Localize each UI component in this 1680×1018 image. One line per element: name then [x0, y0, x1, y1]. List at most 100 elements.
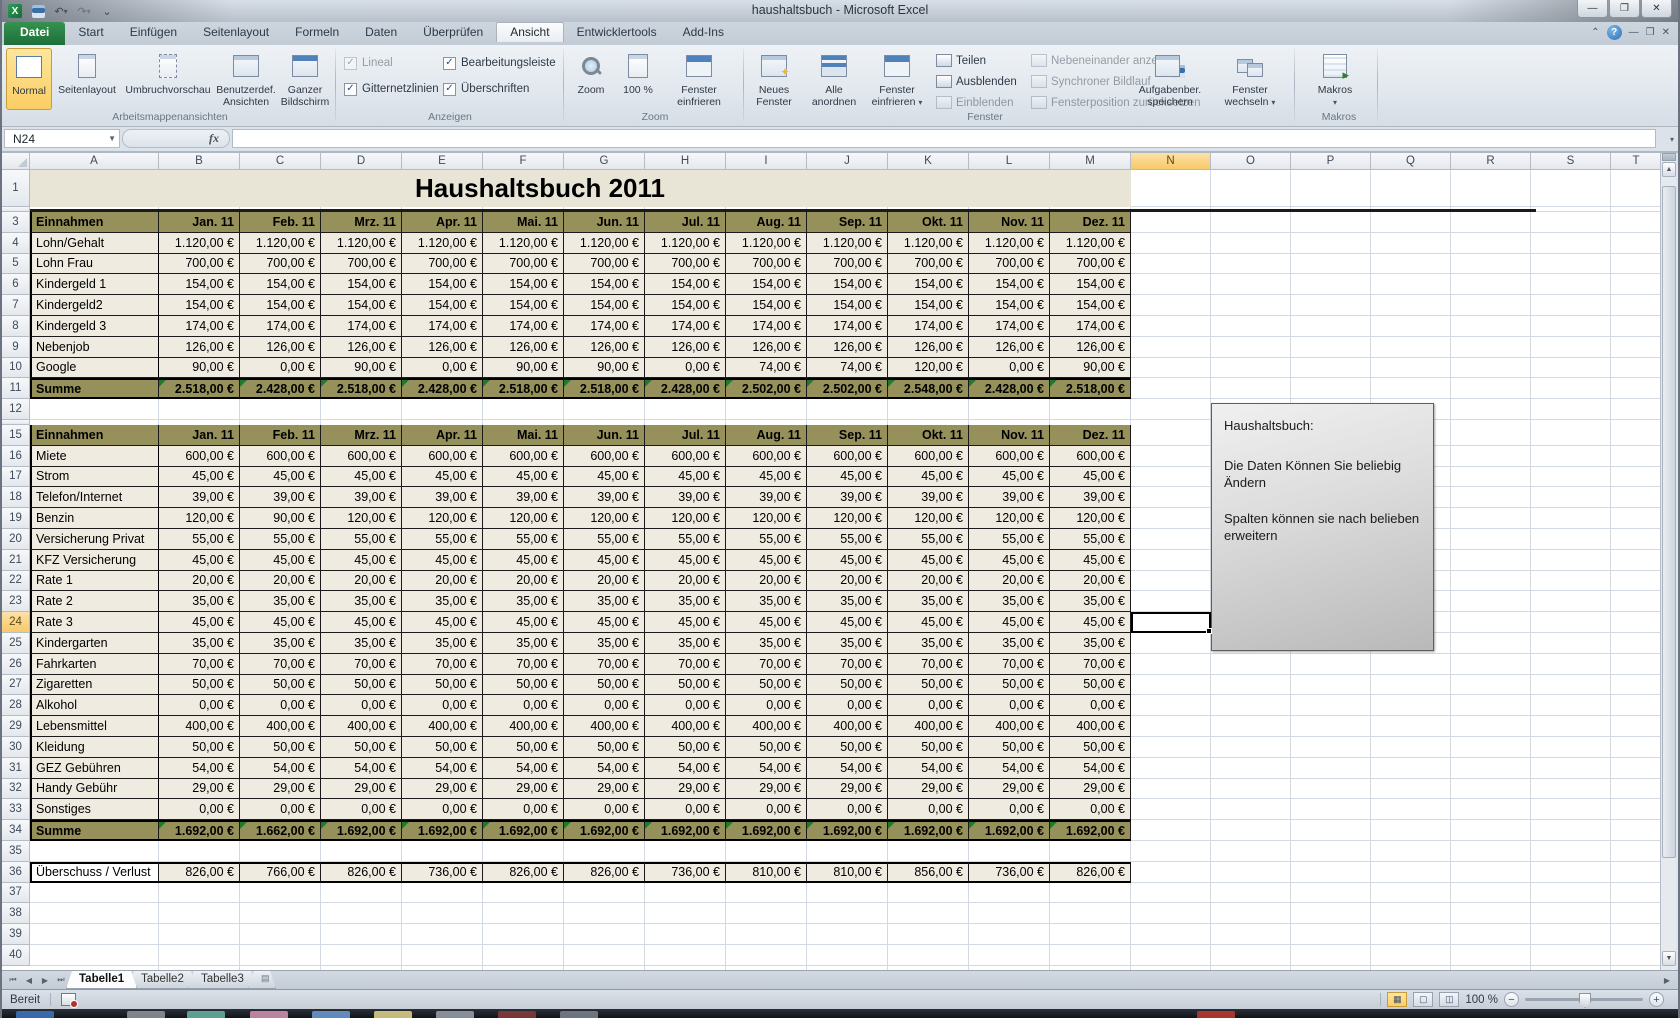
data-cell[interactable]: 55,00 €: [969, 529, 1050, 550]
table-header-month[interactable]: Apr. 11: [402, 212, 483, 233]
data-cell[interactable]: 154,00 €: [240, 274, 321, 295]
data-cell[interactable]: 50,00 €: [159, 737, 240, 758]
data-cell[interactable]: 45,00 €: [159, 550, 240, 571]
data-cell[interactable]: 70,00 €: [645, 654, 726, 675]
data-cell[interactable]: 35,00 €: [402, 633, 483, 654]
data-cell[interactable]: 39,00 €: [402, 487, 483, 508]
data-cell[interactable]: 700,00 €: [402, 254, 483, 275]
row-header-8[interactable]: 8: [2, 316, 30, 337]
data-cell[interactable]: 50,00 €: [402, 675, 483, 696]
scroll-right-icon[interactable]: ▶: [1660, 973, 1674, 987]
data-cell[interactable]: 29,00 €: [645, 779, 726, 800]
custom-views-button[interactable]: Benutzerdef. Ansichten: [216, 48, 276, 110]
data-cell[interactable]: 700,00 €: [159, 254, 240, 275]
table-header-month[interactable]: Nov. 11: [969, 425, 1050, 446]
zoom-100-button[interactable]: 100 %: [616, 48, 660, 110]
row-label[interactable]: Kindergeld2: [30, 295, 159, 316]
sum-cell[interactable]: 1.692,00 €: [483, 820, 564, 841]
data-cell[interactable]: 20,00 €: [321, 571, 402, 592]
data-cell[interactable]: 600,00 €: [726, 446, 807, 467]
table-header-month[interactable]: Sep. 11: [807, 212, 888, 233]
data-cell[interactable]: 0,00 €: [321, 695, 402, 716]
data-cell[interactable]: 400,00 €: [159, 716, 240, 737]
data-cell[interactable]: 154,00 €: [888, 295, 969, 316]
row-header-12[interactable]: 12: [2, 399, 30, 420]
data-cell[interactable]: 1.120,00 €: [483, 233, 564, 254]
data-cell[interactable]: 50,00 €: [321, 737, 402, 758]
data-cell[interactable]: 35,00 €: [564, 591, 645, 612]
ribbon-tab-datei[interactable]: Datei: [4, 22, 65, 45]
data-cell[interactable]: 45,00 €: [888, 612, 969, 633]
data-cell[interactable]: 20,00 €: [888, 571, 969, 592]
data-cell[interactable]: 45,00 €: [240, 612, 321, 633]
data-cell[interactable]: 126,00 €: [402, 337, 483, 358]
data-cell[interactable]: 39,00 €: [969, 487, 1050, 508]
column-header-E[interactable]: E: [402, 153, 483, 170]
ribbon-tab-einfügen[interactable]: Einfügen: [117, 22, 190, 42]
sum-cell[interactable]: 2.518,00 €: [321, 378, 402, 399]
row-label[interactable]: Versicherung Privat: [30, 529, 159, 550]
data-cell[interactable]: 45,00 €: [240, 550, 321, 571]
last-sheet-icon[interactable]: ⏭: [54, 973, 68, 987]
data-cell[interactable]: 70,00 €: [564, 654, 645, 675]
data-cell[interactable]: 39,00 €: [159, 487, 240, 508]
row-header-24[interactable]: 24: [2, 612, 30, 633]
page-break-preview-button[interactable]: Umbruchvorschau: [122, 48, 214, 110]
data-cell[interactable]: 120,00 €: [402, 508, 483, 529]
data-cell[interactable]: 700,00 €: [645, 254, 726, 275]
data-cell[interactable]: 45,00 €: [321, 612, 402, 633]
vertical-split-handle[interactable]: [1662, 153, 1676, 161]
data-cell[interactable]: 120,00 €: [969, 508, 1050, 529]
data-cell[interactable]: 50,00 €: [564, 737, 645, 758]
column-header-D[interactable]: D: [321, 153, 402, 170]
data-cell[interactable]: 39,00 €: [564, 487, 645, 508]
row-label[interactable]: Kindergarten: [30, 633, 159, 654]
data-cell[interactable]: 54,00 €: [807, 758, 888, 779]
save-workspace-button[interactable]: Aufgabenber. speichern: [1130, 48, 1210, 110]
data-cell[interactable]: 45,00 €: [969, 612, 1050, 633]
data-cell[interactable]: 55,00 €: [483, 529, 564, 550]
data-cell[interactable]: 45,00 €: [726, 550, 807, 571]
data-cell[interactable]: 0,00 €: [402, 358, 483, 379]
row-header-23[interactable]: 23: [2, 591, 30, 612]
data-cell[interactable]: 20,00 €: [807, 571, 888, 592]
workbook-minimize-icon[interactable]: —: [1629, 27, 1639, 38]
data-cell[interactable]: 70,00 €: [159, 654, 240, 675]
table-header-month[interactable]: Jun. 11: [564, 425, 645, 446]
data-cell[interactable]: 70,00 €: [240, 654, 321, 675]
collapse-ribbon-icon[interactable]: ⌃: [1591, 27, 1599, 38]
data-cell[interactable]: 54,00 €: [969, 758, 1050, 779]
vertical-scroll-thumb[interactable]: [1662, 186, 1676, 858]
row-header-hidden-13-14[interactable]: [2, 420, 30, 425]
column-header-O[interactable]: O: [1211, 153, 1291, 170]
data-cell[interactable]: 55,00 €: [564, 529, 645, 550]
arrange-all-button[interactable]: Alle anordnen: [804, 48, 864, 110]
data-cell[interactable]: 120,00 €: [483, 508, 564, 529]
data-cell[interactable]: 120,00 €: [888, 358, 969, 379]
surplus-cell[interactable]: 856,00 €: [888, 862, 969, 883]
row-header-11[interactable]: 11: [2, 378, 30, 399]
data-cell[interactable]: 0,00 €: [240, 695, 321, 716]
data-cell[interactable]: 120,00 €: [1050, 508, 1131, 529]
workbook-close-icon[interactable]: ✕: [1662, 27, 1670, 38]
data-cell[interactable]: 154,00 €: [888, 274, 969, 295]
sum-cell[interactable]: 1.692,00 €: [969, 820, 1050, 841]
windows-taskbar[interactable]: [2, 1009, 1678, 1018]
data-cell[interactable]: 0,00 €: [645, 358, 726, 379]
taskbar-icon[interactable]: [1197, 1011, 1235, 1018]
data-cell[interactable]: 0,00 €: [726, 799, 807, 820]
data-cell[interactable]: 20,00 €: [483, 571, 564, 592]
data-cell[interactable]: 55,00 €: [159, 529, 240, 550]
data-cell[interactable]: 0,00 €: [807, 695, 888, 716]
data-cell[interactable]: 0,00 €: [483, 799, 564, 820]
data-cell[interactable]: 0,00 €: [159, 799, 240, 820]
data-cell[interactable]: 29,00 €: [1050, 779, 1131, 800]
sheet-tab-tabelle3[interactable]: Tabelle3: [188, 971, 257, 989]
data-cell[interactable]: 20,00 €: [726, 571, 807, 592]
data-cell[interactable]: 70,00 €: [969, 654, 1050, 675]
table-header-label[interactable]: Einnahmen: [30, 425, 159, 446]
data-cell[interactable]: 174,00 €: [159, 316, 240, 337]
sum-cell[interactable]: 1.692,00 €: [402, 820, 483, 841]
data-cell[interactable]: 126,00 €: [1050, 337, 1131, 358]
data-cell[interactable]: 1.120,00 €: [240, 233, 321, 254]
